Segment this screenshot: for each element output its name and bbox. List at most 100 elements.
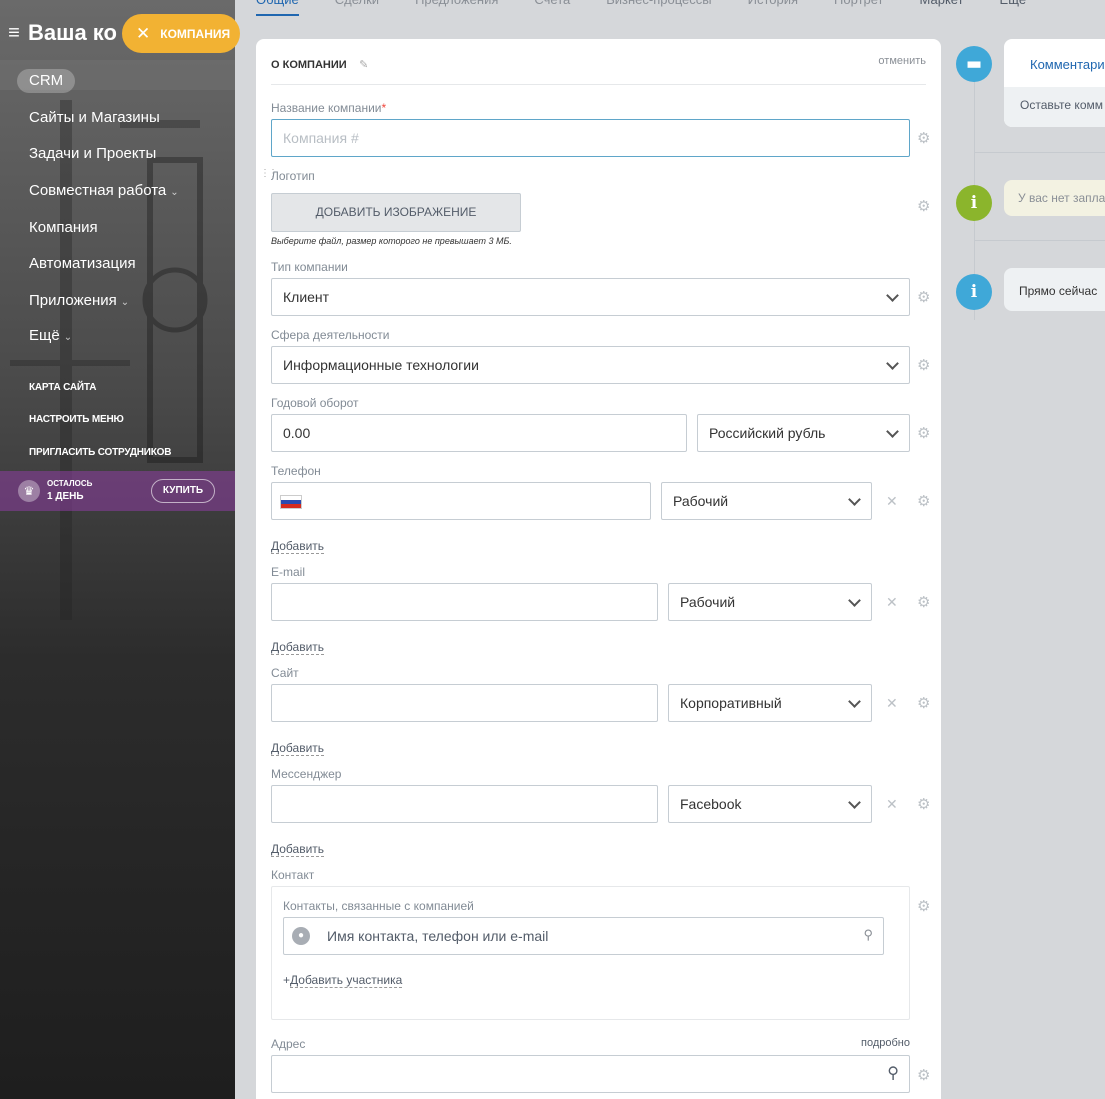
buy-button[interactable]: КУПИТЬ (151, 479, 215, 503)
sidebar-item-automation[interactable]: Автоматизация (29, 255, 136, 272)
currency-select[interactable]: Российский рубль (697, 414, 910, 452)
info-icon: i (956, 185, 992, 221)
user-icon: ● (292, 927, 310, 945)
add-messenger-link[interactable]: Добавить (271, 842, 325, 857)
add-member-link[interactable]: +Добавить участника (283, 973, 403, 988)
search-icon[interactable]: ⚲ (887, 1056, 899, 1092)
gear-icon[interactable]: ⚙ (917, 129, 930, 147)
industry-label: Сфера деятельности (271, 328, 390, 342)
remove-icon[interactable]: ✕ (886, 594, 898, 611)
section-title: О КОМПАНИИ (271, 59, 347, 71)
contact-box: Контакты, связанные с компанией ● Имя ко… (271, 886, 910, 1020)
tab-comments[interactable]: Комментари (1030, 57, 1105, 72)
close-icon: ✕ (136, 23, 151, 43)
gear-icon[interactable]: ⚙ (917, 424, 930, 442)
invite-link[interactable]: ПРИГЛАСИТЬ СОТРУДНИКОВ (29, 447, 171, 458)
pencil-icon[interactable]: ✎ (359, 58, 368, 71)
menu-icon[interactable]: ≡ (0, 19, 28, 47)
tab-bizproc[interactable]: Бизнес-процессы (606, 0, 711, 10)
gear-icon[interactable]: ⚙ (917, 694, 930, 712)
now-text: Прямо сейчас (1019, 284, 1098, 298)
gear-icon[interactable]: ⚙ (917, 593, 930, 611)
tab-invoices[interactable]: Счета (534, 0, 570, 10)
messenger-input[interactable] (271, 785, 658, 823)
contact-label: Контакт (271, 868, 315, 882)
email-input[interactable] (271, 583, 658, 621)
tab-deals[interactable]: Сделки (335, 0, 379, 10)
add-email-link[interactable]: Добавить (271, 640, 325, 655)
gear-icon[interactable]: ⚙ (917, 1066, 930, 1084)
gear-icon[interactable]: ⚙ (917, 197, 930, 215)
gear-icon[interactable]: ⚙ (917, 795, 930, 813)
sidebar-item-more[interactable]: Ещё ⌄ (29, 327, 72, 344)
info-icon: i (956, 274, 992, 310)
industry-select[interactable]: Информационные технологии (271, 346, 910, 384)
messenger-label: Мессенджер (271, 767, 342, 781)
configure-menu-link[interactable]: НАСТРОИТЬ МЕНЮ (29, 414, 124, 425)
now-card: Прямо сейчас (1004, 268, 1105, 311)
chevron-down-icon (886, 289, 899, 302)
sidebar-item-apps[interactable]: Приложения ⌄ (29, 292, 129, 309)
company-type-select[interactable]: Клиент (271, 278, 910, 316)
timeline-divider (974, 240, 1105, 241)
tab-more[interactable]: Ещё (1000, 0, 1027, 10)
add-site-link[interactable]: Добавить (271, 741, 325, 756)
sitemap-link[interactable]: КАРТА САЙТА (29, 382, 96, 393)
slider-title: КОМПАНИЯ (160, 26, 231, 41)
chevron-down-icon (886, 357, 899, 370)
search-icon[interactable]: ⚲ (863, 927, 873, 943)
company-name-input[interactable]: Компания # (271, 119, 910, 157)
russia-flag-icon[interactable] (280, 495, 302, 509)
tab-portrait[interactable]: Портрет (834, 0, 883, 10)
phone-label: Телефон (271, 464, 321, 478)
gear-icon[interactable]: ⚙ (917, 492, 930, 510)
address-details-link[interactable]: подробно (861, 1037, 910, 1049)
no-plans-text: У вас нет запла (1018, 191, 1105, 205)
cancel-link[interactable]: отменить (878, 55, 926, 67)
add-image-button[interactable]: ДОБАВИТЬ ИЗОБРАЖЕНИЕ (271, 193, 521, 232)
tab-general[interactable]: Общие (256, 0, 299, 16)
portal-title[interactable]: Ваша ко (28, 20, 117, 46)
sidebar-item-tasks[interactable]: Задачи и Проекты (29, 145, 156, 162)
comment-input[interactable]: Оставьте комм (1020, 98, 1103, 112)
left-sidebar: ≡ Ваша ко CRM Сайты и Магазины Задачи и … (0, 0, 235, 1099)
chevron-down-icon: ⌄ (170, 187, 179, 198)
tab-market[interactable]: Маркет (920, 0, 964, 10)
gear-icon[interactable]: ⚙ (917, 356, 930, 374)
company-name-label: Название компании* (271, 101, 387, 115)
email-label: E-mail (271, 565, 306, 579)
sidebar-item-company[interactable]: Компания (29, 219, 98, 236)
timeline-divider (974, 152, 1105, 153)
site-type-select[interactable]: Корпоративный (668, 684, 872, 722)
trial-days: 1 ДЕНЬ (47, 491, 84, 502)
tab-quotes[interactable]: Предложения (415, 0, 498, 10)
email-type-select[interactable]: Рабочий (668, 583, 872, 621)
phone-type-select[interactable]: Рабочий (661, 482, 872, 520)
remove-icon[interactable]: ✕ (886, 796, 898, 813)
chevron-down-icon (848, 695, 861, 708)
contact-search-input[interactable]: ● Имя контакта, телефон или e-mail ⚲ (283, 917, 884, 955)
phone-input[interactable] (271, 482, 651, 520)
company-form-card: О КОМПАНИИ ✎ отменить Название компании*… (256, 39, 941, 1099)
messenger-type-select[interactable]: Facebook (668, 785, 872, 823)
sidebar-item-crm[interactable]: CRM (17, 69, 76, 93)
close-slider-button[interactable]: ✕ КОМПАНИЯ (122, 14, 240, 53)
sidebar-item-sites[interactable]: Сайты и Магазины (29, 109, 160, 126)
card-header: О КОМПАНИИ ✎ отменить (271, 55, 926, 85)
add-phone-link[interactable]: Добавить (271, 539, 325, 554)
remove-icon[interactable]: ✕ (886, 493, 898, 510)
revenue-input[interactable]: 0.00 (271, 414, 687, 452)
chevron-down-icon (848, 594, 861, 607)
image-hint: Выберите файл, размер которого не превыш… (271, 236, 512, 246)
remove-icon[interactable]: ✕ (886, 695, 898, 712)
address-label: Адрес (271, 1037, 306, 1051)
address-input[interactable]: ⚲ (271, 1055, 910, 1093)
site-input[interactable] (271, 684, 658, 722)
tab-history[interactable]: История (748, 0, 798, 10)
chevron-down-icon (886, 425, 899, 438)
trial-label: ОСТАЛОСЬ (47, 479, 93, 488)
comment-icon: ▬ (956, 46, 992, 82)
gear-icon[interactable]: ⚙ (917, 897, 930, 915)
gear-icon[interactable]: ⚙ (917, 288, 930, 306)
sidebar-item-collab[interactable]: Совместная работа ⌄ (29, 182, 179, 199)
